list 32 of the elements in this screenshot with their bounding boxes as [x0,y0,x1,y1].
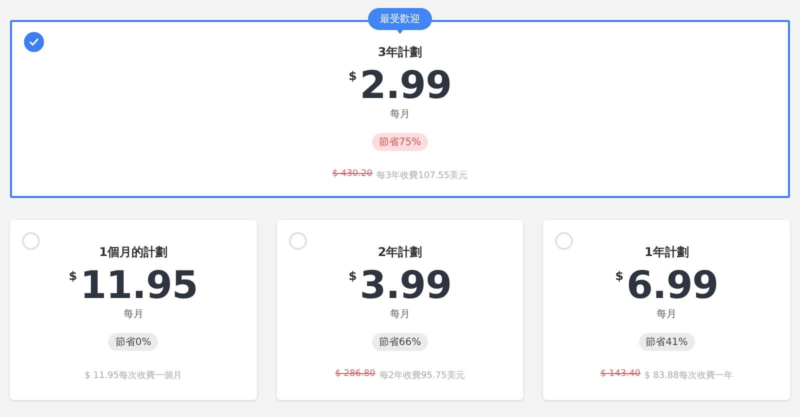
savings-badge: 節省41% [638,333,695,351]
plan-name: 3年計劃 [378,44,422,61]
plan-name: 2年計劃 [378,244,422,261]
currency-symbol: $ [615,269,624,283]
radio-button[interactable] [24,32,44,52]
check-icon [28,36,40,48]
billing-note: $ 83.88每次收費一年 [644,370,733,382]
plan-card[interactable]: 1年計劃 $6.99 每月 節省41% $ 143.40 $ 83.88每次收費一年 [543,220,790,400]
plan-name: 1個月的計劃 [99,244,168,261]
plan-price: 11.95 [80,263,198,307]
plan-price: 2.99 [360,63,452,107]
original-price: $ 143.40 [600,369,641,381]
billing-note: $ 11.95每次收費一個月 [84,370,182,382]
plan-card[interactable]: 1個月的計劃 $11.95 每月 節省0% $ 11.95每次收費一個月 [10,220,257,400]
savings-badge: 節省0% [108,333,158,351]
billing-period: 每月 [656,308,677,321]
billing-note: 每2年收費95.75美元 [379,370,465,382]
plan-name: 1年計劃 [644,244,689,261]
billing-period: 每月 [390,308,410,321]
currency-symbol: $ [348,69,357,83]
currency-symbol: $ [348,269,357,283]
savings-badge: 節省75% [372,133,428,151]
original-price: $ 430.20 [332,169,372,181]
plan-price: 6.99 [626,263,718,307]
billing-period: 每月 [390,108,410,121]
billing-period: 每月 [123,308,144,321]
plan-price: 3.99 [360,263,452,307]
billing-note: 每3年收費107.55美元 [376,170,468,182]
plan-card[interactable]: 2年計劃 $3.99 每月 節省66% $ 286.80 每2年收費95.75美元 [276,220,524,400]
savings-badge: 節省66% [372,333,428,351]
original-price: $ 286.80 [335,369,376,381]
currency-symbol: $ [68,269,78,283]
